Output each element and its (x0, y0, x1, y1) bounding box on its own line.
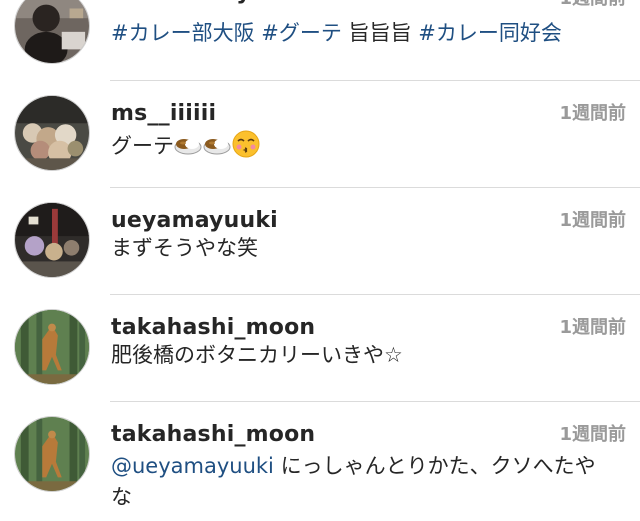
comment-item: takahashi_moon 1週間前 @ueyamayuuki にっしゃんとり… (0, 402, 640, 521)
avatar-image (15, 417, 89, 491)
comment-username[interactable]: takahashi_moon (111, 315, 315, 340)
avatar[interactable] (14, 309, 90, 385)
hashtag-link[interactable]: #カレー同好会 (418, 21, 562, 45)
curry-rice-emoji (174, 130, 202, 158)
mention-link[interactable]: @ueyamayuuki (111, 454, 274, 478)
comment-item: takahashi_moon 1週間前 肥後橋のボタニカリーいきや☆ (0, 295, 640, 402)
avatar[interactable] (14, 202, 90, 278)
comment-item: ueyamayuuki 1週間前 まずそうやな笑 (0, 188, 640, 295)
comment-text: まずそうやな笑 (111, 236, 258, 260)
comment-text: 肥後橋のボタニカリーいきや☆ (111, 343, 403, 367)
comment-timestamp: 1週間前 (559, 0, 626, 10)
curry-rice-emoji (203, 130, 231, 158)
comment-text: グーテ (111, 130, 611, 162)
avatar-image (15, 203, 89, 277)
comment-username[interactable]: nishikawayvki (111, 0, 288, 5)
comment-timestamp: 1週間前 (559, 103, 626, 124)
hashtag-link[interactable]: #カレー部大阪 (111, 21, 255, 45)
comment-item: ms__iiiiii 1週間前 グーテ (0, 81, 640, 188)
avatar[interactable] (14, 416, 90, 492)
comment-username[interactable]: ms__iiiiii (111, 101, 216, 126)
comment-text: #カレー部大阪 #グーテ 旨旨旨 #カレー同好会 (111, 18, 611, 49)
comment-timestamp: 1週間前 (559, 317, 626, 338)
comment-username[interactable]: ueyamayuuki (111, 208, 278, 233)
comment-text-plain: グーテ (111, 134, 174, 158)
avatar-image (15, 310, 89, 384)
comment-username[interactable]: takahashi_moon (111, 422, 315, 447)
comment-item: nishikawayvki 1週間前 #カレー部大阪 #グーテ 旨旨旨 #カレー… (0, 0, 640, 81)
comment-text-plain: 旨旨旨 (348, 21, 412, 45)
comment-text: @ueyamayuuki にっしゃんとりかた、クソへたやな (111, 451, 616, 513)
kissing-face-emoji (232, 130, 260, 158)
avatar-image (15, 96, 89, 170)
hashtag-link[interactable]: #グーテ (261, 21, 342, 45)
avatar[interactable] (14, 95, 90, 171)
comment-timestamp: 1週間前 (559, 210, 626, 231)
avatar[interactable] (14, 0, 90, 64)
comment-timestamp: 1週間前 (559, 424, 626, 445)
avatar-image (15, 0, 89, 63)
